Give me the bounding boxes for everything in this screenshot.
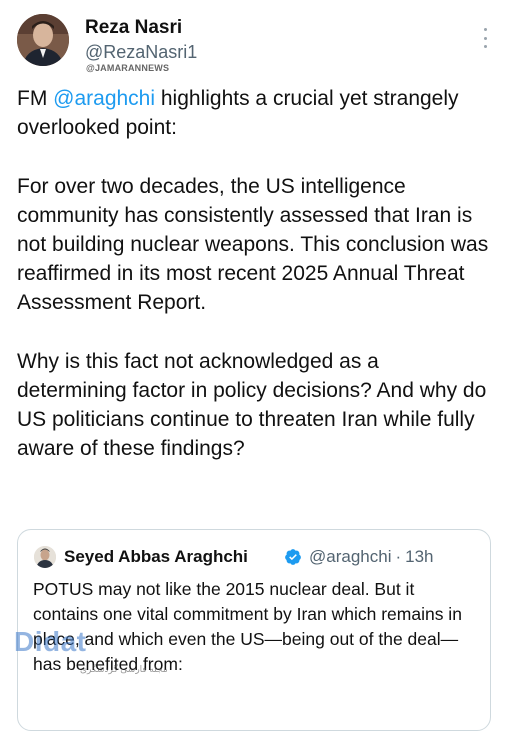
- source-watermark: @JAMARANNEWS: [86, 63, 170, 73]
- tweet-paragraph-1: FM @araghchi highlights a crucial yet st…: [17, 84, 493, 142]
- author-handle[interactable]: @RezaNasri1: [85, 42, 197, 62]
- quoted-author-name[interactable]: Seyed Abbas Araghchi: [64, 547, 248, 567]
- author-avatar[interactable]: [17, 14, 69, 66]
- tweet-paragraph-3: Why is this fact not acknowledged as a d…: [17, 349, 487, 461]
- more-vertical-icon: [483, 28, 487, 31]
- site-watermark-subtext: مجله فارسی گردشگری: [80, 664, 168, 674]
- quoted-tweet[interactable]: Seyed Abbas Araghchi @araghchi · 13h POTUS…: [17, 529, 491, 731]
- quoted-separator: ·: [395, 547, 402, 566]
- quoted-timestamp[interactable]: 13h: [405, 547, 433, 566]
- verified-badge-icon: [285, 549, 301, 565]
- paragraph-1-prefix: FM: [17, 87, 54, 110]
- more-dot: [483, 45, 487, 48]
- quoted-avatar[interactable]: [34, 546, 56, 568]
- quoted-author-handle[interactable]: @araghchi: [309, 547, 391, 566]
- tweet-text: FM @araghchi highlights a crucial yet st…: [17, 84, 493, 493]
- author-name[interactable]: Reza Nasri: [85, 17, 182, 39]
- tweet-paragraph-2: For over two decades, the US intelligenc…: [17, 174, 489, 315]
- more-dot: [483, 36, 487, 40]
- more-options-button[interactable]: [478, 28, 492, 48]
- tweet: Reza Nasri @RezaNasri1 @JAMARANNEWS FM @…: [0, 0, 506, 731]
- quoted-text: POTUS may not like the 2015 nuclear deal…: [33, 579, 462, 674]
- site-watermark-logo: Didat: [14, 626, 87, 657]
- quoted-handle-line: @araghchi · 13h: [309, 547, 434, 567]
- mention-link[interactable]: @araghchi: [53, 87, 155, 110]
